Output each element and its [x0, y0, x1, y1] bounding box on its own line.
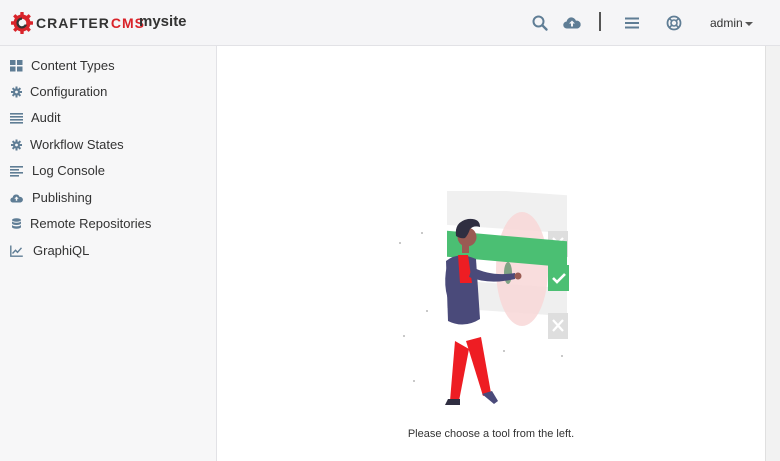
align-left-icon [10, 166, 23, 177]
cloud-upload-icon [10, 194, 23, 203]
sidebar: Content Types Configuration Audit Workfl… [0, 46, 217, 461]
caret-down-icon [744, 21, 753, 26]
list-icon [10, 113, 23, 124]
gear-icon [11, 86, 22, 98]
publish-cloud-icon[interactable] [562, 13, 582, 33]
sidebar-item-label: GraphiQL [33, 243, 90, 258]
line-chart-icon [10, 245, 23, 257]
sidebar-item-content-types[interactable]: Content Types [0, 53, 216, 79]
header-divider [599, 12, 601, 31]
sidebar-item-audit[interactable]: Audit [0, 105, 216, 131]
sidebar-item-label: Configuration [30, 84, 108, 99]
sidebar-item-label: Workflow States [30, 137, 124, 152]
crafter-gear-icon [11, 12, 33, 34]
user-name: admin [710, 16, 743, 30]
help-lifebuoy-icon[interactable] [664, 13, 684, 33]
brand-prefix: CRAFTER [36, 15, 110, 31]
gear-icon [11, 139, 22, 151]
choose-tool-illustration [399, 191, 569, 405]
user-menu[interactable]: admin [710, 16, 753, 30]
database-icon [12, 218, 21, 229]
sidebar-item-remote-repositories[interactable]: Remote Repositories [0, 211, 216, 237]
sidebar-item-label: Content Types [31, 58, 115, 73]
sidebar-item-label: Log Console [32, 163, 105, 178]
empty-state-message: Please choose a tool from the left. [407, 428, 575, 440]
sidebar-item-configuration[interactable]: Configuration [0, 79, 216, 105]
sidebar-item-publishing[interactable]: Publishing [0, 185, 216, 211]
grid-icon [10, 60, 23, 72]
sidebar-item-graphiql[interactable]: GraphiQL [0, 238, 216, 264]
scrollbar[interactable] [765, 46, 780, 461]
sidebar-item-label: Remote Repositories [30, 216, 152, 231]
top-bar: CRAFTER CMS mysite admin [0, 0, 780, 46]
main-content: Please choose a tool from the left. [217, 46, 765, 461]
menu-icon[interactable] [622, 13, 642, 33]
sidebar-item-label: Publishing [32, 190, 92, 205]
sidebar-item-log-console[interactable]: Log Console [0, 158, 216, 184]
sidebar-item-workflow-states[interactable]: Workflow States [0, 132, 216, 158]
crafter-logo[interactable]: CRAFTER CMS [10, 9, 145, 37]
brand-wordmark: CRAFTER CMS [36, 15, 145, 31]
site-name[interactable]: mysite [139, 13, 187, 30]
sidebar-item-label: Audit [31, 110, 61, 125]
search-icon[interactable] [530, 13, 550, 33]
